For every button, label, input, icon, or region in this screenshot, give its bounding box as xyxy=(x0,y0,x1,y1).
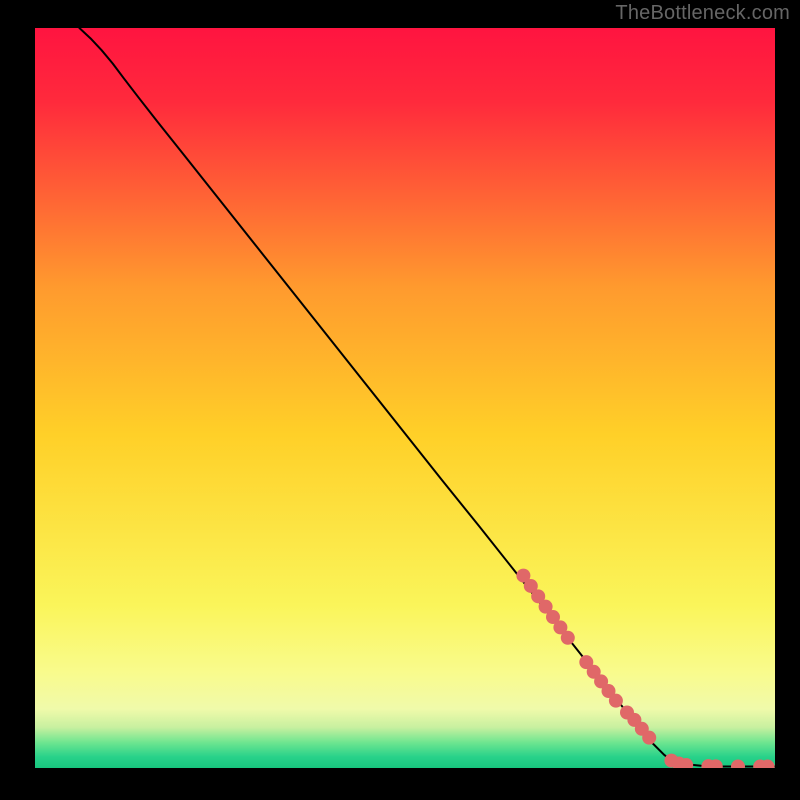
gradient-background xyxy=(35,28,775,768)
marker-dot xyxy=(609,694,623,708)
marker-dot xyxy=(561,631,575,645)
plot-area xyxy=(35,28,775,768)
marker-dot xyxy=(642,731,656,745)
chart-svg xyxy=(35,28,775,768)
watermark-text: TheBottleneck.com xyxy=(615,2,790,25)
chart-frame: TheBottleneck.com xyxy=(0,0,800,800)
